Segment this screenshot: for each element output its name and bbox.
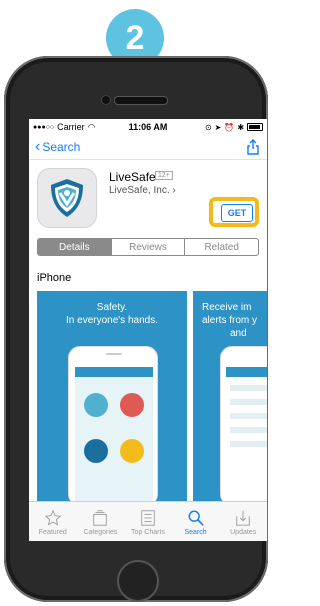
front-camera bbox=[101, 95, 111, 105]
safewalk-icon bbox=[120, 439, 144, 463]
section-label: iPhone bbox=[37, 272, 72, 284]
app-icon[interactable] bbox=[37, 168, 97, 228]
mockup-screen bbox=[75, 367, 153, 501]
emergency-options-icon bbox=[120, 393, 144, 417]
screenshot-2-caption-line2: alerts from y bbox=[202, 315, 258, 326]
report-tips-icon bbox=[84, 393, 108, 417]
tab-details[interactable]: Details bbox=[38, 239, 111, 255]
tab-categories-label: Categories bbox=[83, 528, 118, 536]
back-button[interactable]: ‹ Search bbox=[35, 139, 80, 155]
screenshot-2-caption-line3: and bbox=[230, 328, 247, 339]
alarm-icon: ⏰ bbox=[224, 122, 235, 132]
screenshot-1-caption-line2: In everyone's hands. bbox=[66, 315, 158, 326]
navigation-bar: ‹ Search bbox=[29, 135, 267, 160]
home-button[interactable] bbox=[117, 560, 159, 602]
tab-search[interactable]: Search bbox=[172, 502, 220, 541]
tab-reviews[interactable]: Reviews bbox=[110, 239, 185, 255]
chevron-left-icon: ‹ bbox=[35, 138, 41, 155]
location-icon: ➤ bbox=[214, 122, 222, 132]
developer-link[interactable]: LiveSafe, Inc. › bbox=[109, 185, 176, 196]
wifi-icon: ◠ bbox=[87, 121, 96, 132]
phone-mockup bbox=[68, 346, 158, 501]
tab-top-charts-label: Top Charts bbox=[131, 528, 165, 536]
chevron-right-icon: › bbox=[172, 185, 176, 196]
search-icon bbox=[188, 510, 204, 526]
tab-featured[interactable]: Featured bbox=[29, 502, 77, 541]
tab-categories[interactable]: Categories bbox=[77, 502, 125, 541]
star-icon bbox=[44, 509, 62, 526]
signal-icon: ●●●○○ bbox=[33, 123, 55, 131]
livesafe-shield-icon bbox=[51, 179, 83, 217]
screenshot-2[interactable]: Receive im alerts from y and bbox=[193, 291, 267, 501]
status-bar: ●●●○○ Carrier ◠ 11:06 AM ⊙ ➤ ⏰ ✱ bbox=[29, 119, 267, 135]
bluetooth-icon: ✱ bbox=[237, 122, 245, 132]
tab-search-label: Search bbox=[184, 528, 207, 536]
download-tray-icon bbox=[236, 510, 250, 526]
tab-featured-label: Featured bbox=[38, 528, 67, 536]
get-button-highlight: GET bbox=[209, 197, 259, 227]
lock-rotation-icon: ⊙ bbox=[204, 122, 212, 132]
tab-related[interactable]: Related bbox=[184, 239, 258, 255]
screenshot-1-caption-line1: Safety. bbox=[96, 302, 128, 313]
get-button[interactable]: GET bbox=[221, 204, 253, 222]
clock: 11:06 AM bbox=[128, 122, 168, 132]
screenshot-1[interactable]: Safety. In everyone's hands. bbox=[37, 291, 187, 501]
earpiece-speaker bbox=[114, 96, 168, 105]
developer-name: LiveSafe, Inc. bbox=[109, 185, 170, 196]
location-pin-icon bbox=[84, 439, 108, 463]
battery-icon bbox=[247, 123, 264, 131]
list-icon bbox=[141, 509, 155, 526]
app-store-screen: ●●●○○ Carrier ◠ 11:06 AM ⊙ ➤ ⏰ ✱ ‹ Searc… bbox=[29, 119, 267, 541]
screenshot-2-caption-line1: Receive im bbox=[202, 302, 252, 313]
tab-updates-label: Updates bbox=[230, 528, 257, 536]
phone-mockup-2 bbox=[220, 346, 267, 501]
segmented-control: Details Reviews Related bbox=[37, 238, 259, 256]
share-icon[interactable] bbox=[245, 139, 261, 155]
tab-top-charts[interactable]: Top Charts bbox=[124, 502, 172, 541]
app-name: LiveSafe bbox=[109, 170, 156, 184]
carrier-label: Carrier bbox=[57, 122, 85, 132]
tab-bar: Featured Categories Top Charts Search Up… bbox=[29, 501, 267, 541]
back-label: Search bbox=[42, 140, 81, 154]
tab-updates[interactable]: Updates bbox=[219, 502, 267, 541]
screenshot-carousel[interactable]: Safety. In everyone's hands. Receive im … bbox=[37, 291, 267, 501]
stack-icon bbox=[93, 509, 108, 526]
age-rating-badge: 12+ bbox=[155, 171, 173, 180]
